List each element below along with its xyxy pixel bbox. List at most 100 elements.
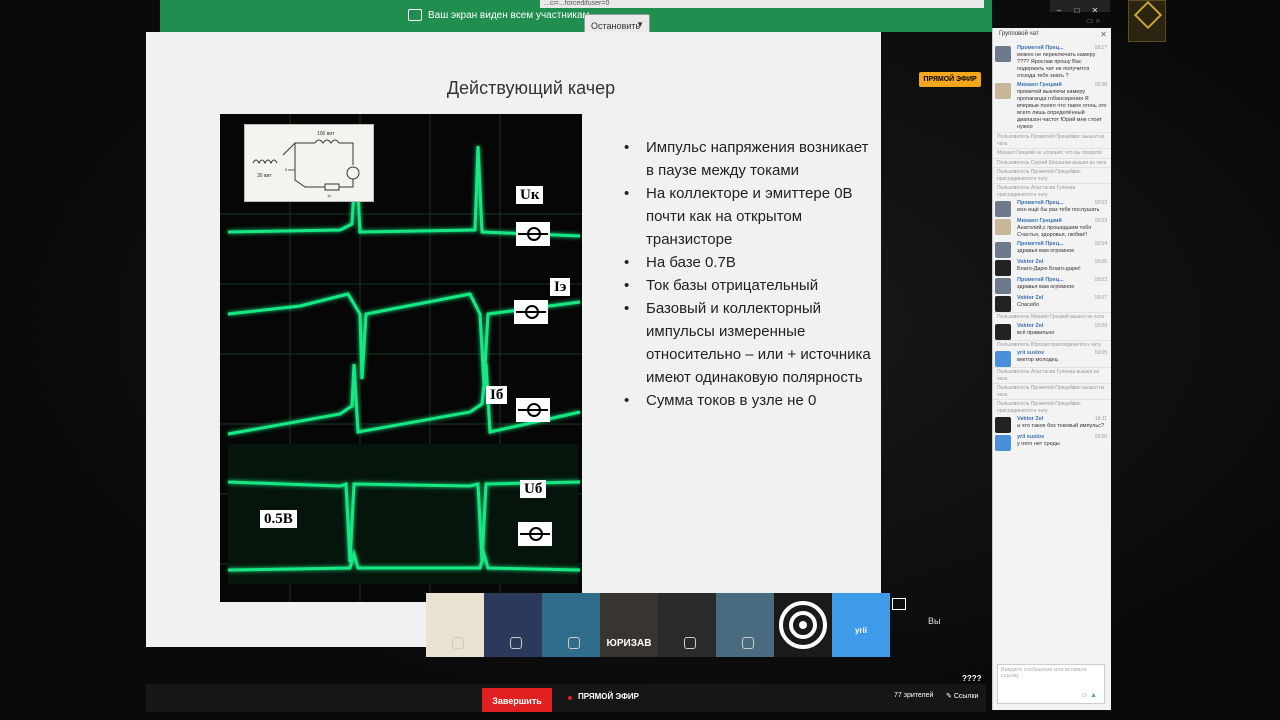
avatar[interactable] bbox=[995, 296, 1011, 312]
avatar[interactable] bbox=[995, 278, 1011, 294]
bullet-item: Ток базы отрицательный bbox=[622, 274, 872, 297]
avatar[interactable] bbox=[995, 260, 1011, 276]
chat-text: вектор молодец bbox=[1017, 357, 1058, 363]
participant-tile[interactable] bbox=[542, 593, 600, 657]
circuit-label-l2: 100 вит bbox=[317, 131, 335, 137]
chat-window-icons: ▭ ⌕ bbox=[1086, 16, 1100, 26]
slide-title: Действующий качер bbox=[446, 78, 616, 98]
label-uk: Uк bbox=[516, 186, 544, 204]
chat-message: 19:11 Vektor Zel а что такое без токовый и… bbox=[993, 415, 1111, 433]
probe-icon bbox=[518, 522, 552, 546]
chat-text: у него нет среды bbox=[1017, 441, 1060, 447]
avatar[interactable] bbox=[995, 417, 1011, 433]
screen-share-icon bbox=[408, 9, 422, 21]
chat-time: 19:09 bbox=[1094, 322, 1107, 329]
address-bar[interactable]: ...ci=...forcedifuser=0 bbox=[540, 0, 984, 8]
chat-text: а что такое без токовый импульс? bbox=[1017, 423, 1105, 429]
avatar[interactable] bbox=[995, 46, 1011, 62]
probe-icon bbox=[514, 300, 548, 324]
circuit-diagram: 30 вит 100 вит 5 вит 1k bbox=[244, 124, 374, 202]
chat-time: 18:53 bbox=[1094, 200, 1107, 206]
chat-text: Анатолий,с прошедшим тебя Счастья, здоро… bbox=[1017, 225, 1092, 238]
circuit-schematic: 30 вит 100 вит 5 вит 1k bbox=[252, 131, 360, 198]
chat-message: 19:09 Vektor Zel всё правильно bbox=[993, 322, 1111, 340]
presentation-slide: Действующий качер 30 вит 100 вит 5 вит 1… bbox=[146, 32, 881, 647]
participant-tile[interactable]: yrii bbox=[832, 593, 890, 657]
circuit-label-l1: 30 вит bbox=[257, 173, 272, 179]
close-icon[interactable]: ✕ bbox=[1086, 6, 1104, 15]
chat-message: 19:05 yrii suslov вектор молодец bbox=[993, 349, 1111, 367]
participant-tile[interactable] bbox=[716, 593, 774, 657]
chat-system-message: Пользователь Юрская присоединился к чату bbox=[993, 339, 1111, 350]
bullet-item: Сумма токов в узле не 0 bbox=[622, 389, 872, 412]
chat-time: 18:55 bbox=[1094, 259, 1107, 265]
chat-message: 18:03 Прометей Прец... здравья вам огромно… bbox=[993, 276, 1111, 294]
avatar[interactable] bbox=[995, 435, 1011, 451]
participant-name: ЮРИЗАВ bbox=[606, 638, 652, 649]
chat-time: 19:07 bbox=[1094, 295, 1107, 301]
viewers-count[interactable]: 77 зрителей bbox=[894, 692, 933, 699]
avatar[interactable] bbox=[995, 242, 1011, 258]
avatar[interactable] bbox=[995, 219, 1011, 235]
stop-sharing-button[interactable]: Остановить ▼ bbox=[584, 14, 650, 34]
avatar[interactable] bbox=[995, 83, 1011, 99]
popout-icon[interactable]: ▭ bbox=[1086, 16, 1094, 25]
chat-time: 19:20 bbox=[1094, 434, 1107, 440]
search-icon[interactable]: ⌕ bbox=[1096, 16, 1100, 25]
screen-share-icon[interactable] bbox=[892, 598, 906, 610]
live-badge: ПРЯМОЙ ЭФИР bbox=[919, 72, 981, 87]
chat-time: 18:1? bbox=[1094, 45, 1107, 51]
qmarks-text: ???? bbox=[962, 674, 982, 683]
avatar[interactable] bbox=[995, 201, 1011, 217]
chat-text: мэн ещё бы раз тебя послушать bbox=[1017, 207, 1100, 213]
chat-message-list: 18:1? Прометей Прец... можно не переключат… bbox=[993, 44, 1111, 451]
label-scale: 0.5В bbox=[260, 510, 297, 528]
avatar[interactable] bbox=[995, 351, 1011, 367]
chat-text: здравья вам огромное bbox=[1017, 284, 1075, 290]
spiral-avatar-icon bbox=[779, 601, 827, 649]
chat-system-message: Михаил Грецкий не успешит, что вы говори… bbox=[993, 148, 1111, 158]
participant-tile[interactable] bbox=[658, 593, 716, 657]
chat-time: 18:53 bbox=[1094, 218, 1107, 224]
label-ib: Iб bbox=[486, 386, 508, 404]
links-button[interactable]: ✎ Ссылки bbox=[946, 692, 978, 700]
chat-message: 18:38 Михаил Грецкий прометей выключи каме… bbox=[993, 81, 1111, 132]
chat-time: 18:54 bbox=[1094, 241, 1107, 247]
participant-tile[interactable] bbox=[426, 593, 484, 657]
label-ie: Iэ bbox=[550, 278, 571, 296]
group-chat-panel: Групповой чат ✕ 18:1? Прометей Прец... мож… bbox=[992, 28, 1111, 710]
participant-tile[interactable] bbox=[484, 593, 542, 657]
finish-button[interactable]: Завершить bbox=[482, 688, 552, 712]
chat-system-message: Пользователь Прометей Прецейвис вышел из… bbox=[993, 383, 1111, 399]
chat-system-message: Пользователь Михаил Грецкий вышел из чат… bbox=[993, 312, 1111, 322]
chat-input-icons: ☺ ▲ bbox=[1081, 692, 1097, 699]
chat-text: прометей выключи камеру пропаганда глбан… bbox=[1017, 89, 1107, 130]
bullet-item: На коллекторе и эмиттере 0В почти как на… bbox=[622, 182, 872, 251]
chat-text: всё правильно bbox=[1017, 329, 1055, 336]
chat-time: 18:38 bbox=[1094, 82, 1107, 88]
minimize-icon[interactable]: – bbox=[1050, 6, 1068, 15]
smile-icon[interactable]: ☺ bbox=[1081, 692, 1088, 699]
chat-time: 19:05 bbox=[1094, 350, 1107, 356]
chat-message: 19:20 yrii suslov у него нет среды bbox=[993, 433, 1111, 451]
bullet-item: Базовый и коллекторный импульсы измеренн… bbox=[622, 297, 872, 389]
stop-sharing-label: Остановить bbox=[591, 21, 641, 31]
send-icon[interactable]: ▲ bbox=[1090, 692, 1097, 699]
maximize-icon[interactable]: □ bbox=[1068, 6, 1086, 15]
participant-tile[interactable]: ЮРИЗАВ bbox=[600, 593, 658, 657]
chat-time: 18:03 bbox=[1094, 277, 1107, 283]
circuit-label-l3: 5 вит bbox=[285, 167, 295, 172]
chat-system-message: Пользователь Анастасия Гулиева вышел из … bbox=[993, 367, 1111, 383]
chat-message: 18:1? Прометей Прец... можно не переключат… bbox=[993, 44, 1111, 81]
live-dot-icon bbox=[568, 696, 572, 700]
avatar[interactable] bbox=[995, 323, 1011, 340]
close-icon[interactable]: ✕ bbox=[1100, 30, 1107, 39]
label-ub: Uб bbox=[520, 480, 547, 498]
chat-header: Групповой чат bbox=[999, 31, 1039, 37]
oscilloscope-image: 30 вит 100 вит 5 вит 1k Uк Iэ Iб Uб 0.5В bbox=[220, 114, 582, 602]
slide-bullet-list: Импульс напряжения возникает в паузе меж… bbox=[622, 136, 872, 412]
bottom-bar: Завершить ПРЯМОЙ ЭФИР 77 зрителей ✎ Ссыл… bbox=[146, 684, 986, 712]
probe-icon bbox=[516, 222, 550, 246]
chat-text: можно не переключать камеру ???? Ярослав… bbox=[1017, 52, 1096, 79]
participant-tile[interactable] bbox=[774, 593, 832, 657]
